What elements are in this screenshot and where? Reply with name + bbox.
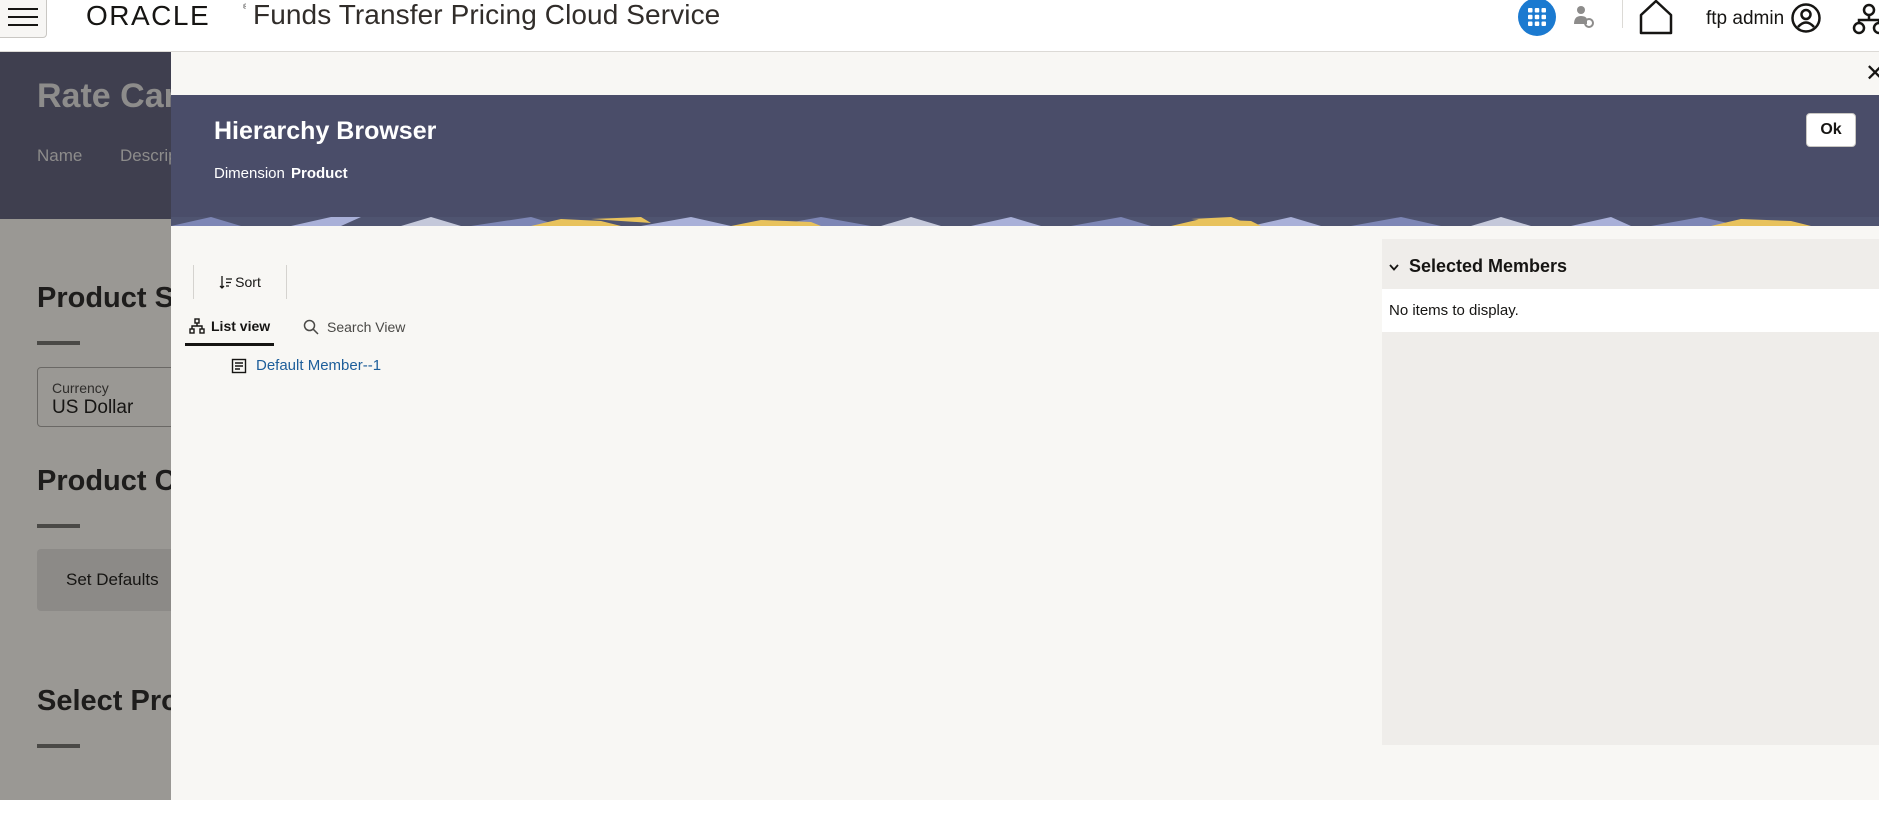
ok-button[interactable]: Ok: [1806, 113, 1856, 147]
sort-icon: [219, 276, 233, 289]
oracle-logo: ORACLE ®: [86, 1, 246, 29]
section-title-select-pro: Select Pro: [37, 685, 179, 717]
page-title: Rate Car: [37, 77, 177, 115]
tab-search-view[interactable]: Search View: [299, 308, 409, 346]
close-icon[interactable]: ✕: [1865, 62, 1879, 86]
user-name[interactable]: ftp admin: [1706, 8, 1784, 30]
network-icon[interactable]: [1852, 2, 1879, 36]
section-rule: [37, 744, 80, 748]
tab-name[interactable]: Name: [37, 146, 82, 166]
hamburger-menu-icon[interactable]: [0, 0, 47, 38]
sort-label: Sort: [235, 274, 261, 290]
section-rule: [37, 524, 80, 528]
home-icon[interactable]: [1636, 0, 1676, 36]
dimension-value: Product: [291, 165, 348, 182]
tree-item[interactable]: Default Member--1: [231, 357, 381, 374]
section-rule: [37, 341, 80, 345]
currency-field-label: Currency: [52, 380, 109, 396]
dialog-header: Hierarchy Browser Dimension Product Ok: [171, 95, 1879, 226]
hierarchy-browser-dialog: ✕ Hierarchy Browser Dimension Product Ok: [171, 52, 1879, 800]
selected-members-header[interactable]: Selected Members: [1388, 256, 1567, 277]
tab-description[interactable]: Descrip: [120, 146, 178, 166]
chevron-down-icon: [1389, 263, 1399, 271]
bottom-strip: [0, 800, 1879, 813]
top-header: ORACLE ® Funds Transfer Pricing Cloud Se…: [0, 0, 1879, 52]
svg-text:ORACLE: ORACLE: [86, 1, 210, 29]
tab-search-view-label: Search View: [327, 319, 406, 335]
tree-item-label: Default Member--1: [256, 357, 382, 374]
dimension-label: Dimension: [214, 165, 285, 182]
header-pattern-strip: [171, 217, 1879, 226]
tab-list-view[interactable]: List view: [185, 308, 275, 346]
section-title-product-s: Product S: [37, 282, 174, 314]
section-title-product-c: Product C: [37, 465, 176, 497]
selected-members-title: Selected Members: [1409, 256, 1568, 276]
document-icon: [231, 358, 247, 373]
tab-list-view-label: List view: [211, 317, 271, 334]
selected-members-list: No items to display.: [1382, 289, 1879, 332]
sort-button[interactable]: Sort: [193, 265, 287, 299]
empty-message: No items to display.: [1389, 302, 1519, 319]
selected-members-panel: Selected Members No items to display.: [1382, 239, 1879, 745]
hierarchy-icon: [189, 317, 205, 334]
svg-text:®: ®: [243, 3, 246, 11]
dialog-title: Hierarchy Browser: [214, 117, 437, 145]
currency-field-value: US Dollar: [52, 397, 134, 418]
person-gear-icon[interactable]: [1572, 4, 1594, 30]
apps-grid-icon[interactable]: [1518, 0, 1556, 36]
user-avatar-icon[interactable]: [1790, 2, 1822, 34]
set-defaults-label: Set Defaults: [66, 570, 159, 589]
header-divider: [1622, 0, 1623, 28]
app-title: Funds Transfer Pricing Cloud Service: [253, 0, 721, 30]
search-icon: [303, 319, 319, 335]
